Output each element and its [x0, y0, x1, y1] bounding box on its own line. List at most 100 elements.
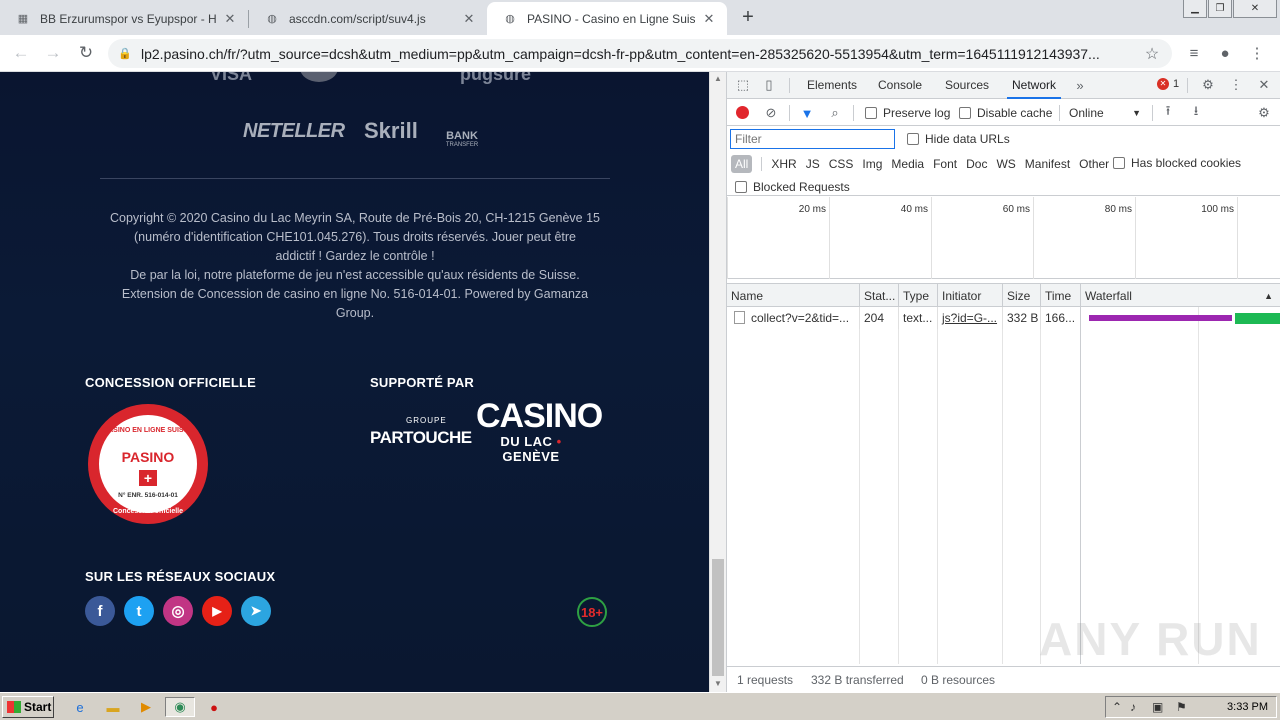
checkbox-box[interactable]	[907, 133, 919, 145]
window-close-button[interactable]: ✕	[1233, 0, 1277, 18]
resources-size: 0 B resources	[921, 673, 996, 687]
twitter-icon[interactable]: t	[124, 596, 154, 626]
type-filter-manifest[interactable]: Manifest	[1025, 157, 1070, 171]
request-initiator-link[interactable]: js?id=G-...	[937, 307, 1002, 329]
device-toolbar-icon[interactable]: ▯	[760, 76, 778, 94]
chrome-icon[interactable]: ◉	[165, 697, 195, 717]
reload-button[interactable]: ↻	[74, 41, 98, 65]
casino-du-lac-logo[interactable]: CASINO DU LAC • GENÈVE	[476, 398, 603, 464]
facebook-icon[interactable]: f	[85, 596, 115, 626]
address-bar[interactable]: 🔒 lp2.pasino.ch/fr/?utm_source=dcsh&utm_…	[108, 39, 1172, 68]
tab-asccdn[interactable]: ◍ asccdn.com/script/suv4.js ✕	[249, 2, 487, 35]
groupe-partouche-logo[interactable]: GROUPE PARTOUCHE	[370, 404, 472, 454]
tab-sources[interactable]: Sources	[943, 72, 991, 99]
payment-logos: NETELLER Skrill BANK TRANSFER	[0, 114, 709, 154]
antivirus-icon[interactable]: ●	[204, 697, 224, 717]
type-filter-ws[interactable]: WS	[996, 157, 1015, 171]
new-tab-button[interactable]: +	[737, 6, 759, 28]
filter-bar: Hide data URLs All XHR JS CSS Img Media …	[727, 126, 1280, 196]
column-waterfall[interactable]: Waterfall ▲	[1080, 284, 1280, 308]
telegram-icon[interactable]: ➤	[241, 596, 271, 626]
tab-pasino[interactable]: ◍ PASINO - Casino en Ligne Suisse - S ✕	[487, 2, 727, 35]
type-filter-doc[interactable]: Doc	[966, 157, 987, 171]
start-button[interactable]: Start	[2, 696, 54, 718]
inspect-element-icon[interactable]: ⬚	[734, 76, 752, 94]
waterfall-waiting-bar	[1089, 315, 1232, 321]
disable-cache-checkbox[interactable]: Disable cache	[959, 106, 1052, 120]
forward-button[interactable]: →	[41, 41, 65, 65]
network-icon[interactable]: ▣	[1152, 700, 1163, 714]
profile-avatar-icon[interactable]: ●	[1214, 42, 1236, 64]
blocked-requests-checkbox[interactable]: Blocked Requests	[735, 180, 850, 194]
page-scrollbar[interactable]: ▲ ▼	[709, 72, 726, 692]
search-icon[interactable]: ⌕	[826, 104, 844, 122]
back-button[interactable]: ←	[9, 41, 33, 65]
filter-funnel-icon[interactable]: ▼	[798, 104, 816, 122]
type-filter-xhr[interactable]: XHR	[771, 157, 796, 171]
checkbox-box[interactable]	[735, 181, 747, 193]
close-icon[interactable]: ✕	[461, 11, 477, 27]
tab-network[interactable]: Network	[1007, 72, 1062, 99]
action-center-flag-icon[interactable]: ⚑	[1176, 700, 1187, 714]
media-player-icon[interactable]: ▶	[136, 697, 156, 717]
tab-erzurumspor[interactable]: ▦ BB Erzurumspor vs Eyupspor - H ✕	[0, 2, 248, 35]
minimize-button[interactable]: ▁	[1183, 0, 1207, 18]
internet-explorer-icon[interactable]: e	[70, 697, 90, 717]
network-settings-gear-icon[interactable]: ⚙	[1255, 104, 1273, 122]
clear-icon[interactable]: ⊘	[762, 104, 780, 122]
checkbox-box[interactable]	[1113, 157, 1125, 169]
column-status[interactable]: Stat...	[859, 284, 898, 308]
tab-console[interactable]: Console	[876, 72, 924, 99]
close-icon[interactable]: ✕	[222, 11, 238, 27]
column-time[interactable]: Time	[1040, 284, 1080, 308]
bookmark-star-icon[interactable]: ☆	[1140, 44, 1164, 64]
lock-icon[interactable]: 🔒	[118, 47, 132, 61]
network-overview-timeline[interactable]: 20 ms 40 ms 60 ms 80 ms 100 ms	[727, 197, 1280, 279]
menu-kebab-icon[interactable]: ⋮	[1227, 76, 1245, 94]
swiss-cross-icon: +	[139, 470, 157, 486]
close-devtools-icon[interactable]: ✕	[1255, 76, 1273, 94]
table-row[interactable]: collect?v=2&tid=... 204 text... js?id=G-…	[727, 307, 1280, 329]
type-filter-img[interactable]: Img	[862, 157, 882, 171]
column-name[interactable]: Name	[727, 284, 859, 308]
close-icon[interactable]: ✕	[701, 11, 717, 27]
media-control-icon[interactable]: ≡	[1183, 42, 1205, 64]
type-filter-other[interactable]: Other	[1079, 157, 1109, 171]
volume-icon[interactable]: ♪	[1130, 700, 1136, 714]
record-icon[interactable]	[736, 106, 749, 119]
scroll-down-arrow[interactable]: ▼	[710, 677, 726, 691]
column-type[interactable]: Type	[898, 284, 937, 308]
scrollbar-thumb[interactable]	[712, 559, 724, 676]
column-size[interactable]: Size	[1002, 284, 1040, 308]
type-filter-font[interactable]: Font	[933, 157, 957, 171]
has-blocked-cookies-checkbox[interactable]: Has blocked cookies	[1113, 156, 1241, 170]
error-counter[interactable]: ✕ 1	[1157, 78, 1179, 90]
type-filter-js[interactable]: JS	[806, 157, 820, 171]
column-initiator[interactable]: Initiator	[937, 284, 1002, 308]
hide-data-urls-checkbox[interactable]: Hide data URLs	[907, 132, 1010, 146]
request-name-cell[interactable]: collect?v=2&tid=...	[727, 307, 859, 329]
tab-elements[interactable]: Elements	[805, 72, 859, 99]
type-filter-css[interactable]: CSS	[829, 157, 854, 171]
taskbar-clock[interactable]: 3:33 PM	[1227, 701, 1268, 713]
type-filter-all[interactable]: All	[731, 155, 753, 173]
more-tabs-icon[interactable]: »	[1071, 76, 1089, 94]
youtube-icon[interactable]: ▶	[202, 596, 232, 626]
scroll-up-arrow[interactable]: ▲	[710, 72, 726, 86]
checkbox-box[interactable]	[865, 107, 877, 119]
export-har-icon[interactable]: ⭳	[1187, 103, 1205, 122]
throttling-select[interactable]: Online ▼	[1069, 104, 1141, 122]
import-har-icon[interactable]: ⭱	[1159, 103, 1177, 122]
instagram-icon[interactable]: ◎	[163, 596, 193, 626]
preserve-log-checkbox[interactable]: Preserve log	[865, 106, 950, 120]
folder-icon[interactable]: ▬	[103, 697, 123, 717]
restore-button[interactable]: ❐	[1208, 0, 1232, 18]
type-filter-media[interactable]: Media	[891, 157, 924, 171]
settings-gear-icon[interactable]: ⚙	[1199, 76, 1217, 94]
preserve-log-label: Preserve log	[883, 106, 951, 120]
filter-input[interactable]	[730, 129, 895, 149]
menu-kebab-icon[interactable]: ⋮	[1246, 42, 1268, 64]
checkbox-box[interactable]	[959, 107, 971, 119]
devtools-tabbar: ⬚ ▯ Elements Console Sources Network » ✕…	[727, 72, 1280, 99]
tray-expand-icon[interactable]: ⌃	[1112, 700, 1122, 714]
